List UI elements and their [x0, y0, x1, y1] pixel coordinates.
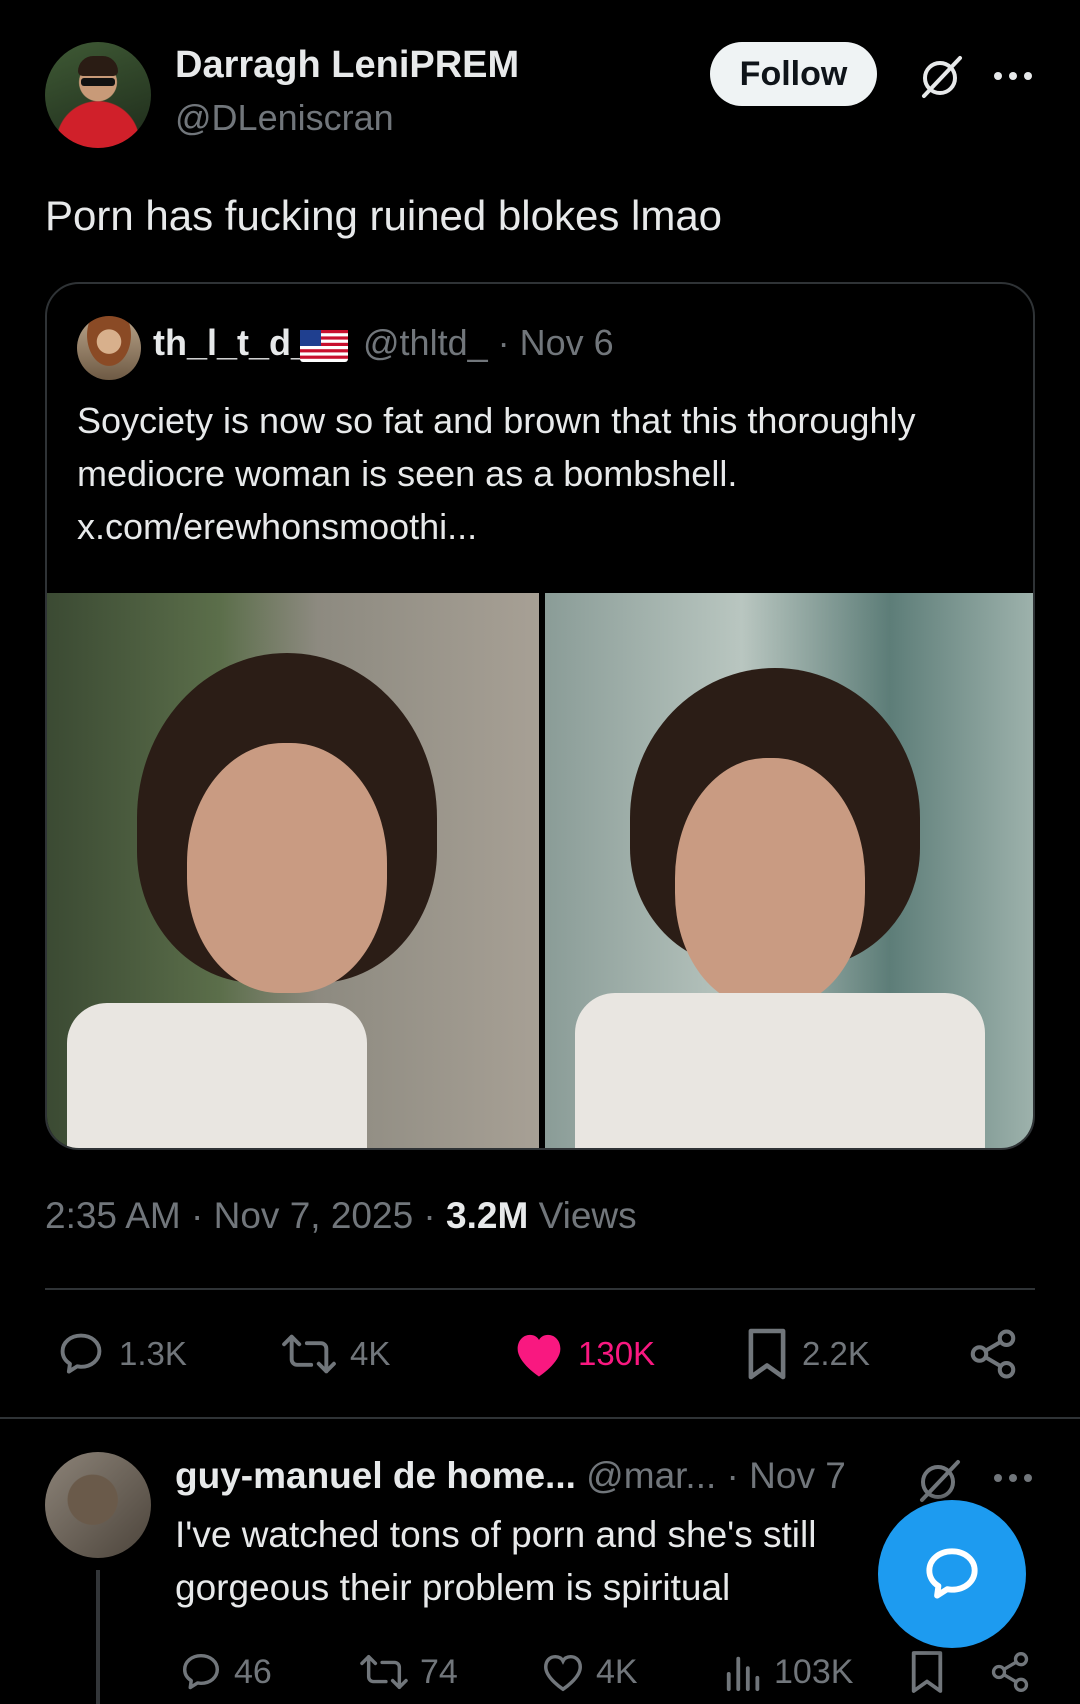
share-icon	[970, 1329, 1016, 1379]
action-bar: 1.3K 4K 130K 2.2K	[0, 1316, 1080, 1392]
bookmark-icon	[748, 1328, 786, 1380]
views-label: Views	[528, 1195, 637, 1236]
reply-views-count: 103K	[774, 1652, 854, 1691]
quoted-handle-date: @thltd_ · Nov 6	[363, 322, 614, 363]
views-count: 3.2M	[446, 1195, 529, 1236]
tweet-meta: 2:35 AM · Nov 7, 2025 · 3.2M Views	[45, 1195, 637, 1237]
author-name[interactable]: Darragh LeniPREM	[175, 44, 519, 87]
repost-button[interactable]: 4K	[280, 1316, 390, 1392]
reply-like-count: 4K	[596, 1652, 638, 1691]
reply-repost-count: 74	[420, 1652, 458, 1691]
reply-repost-button[interactable]: 74	[358, 1640, 458, 1704]
reply-views-button[interactable]: 103K	[724, 1640, 853, 1704]
reply-icon	[60, 1333, 102, 1374]
quoted-photo-right[interactable]	[545, 593, 1033, 1148]
quoted-tweet[interactable]: th_l_t_d_ @thltd_ · Nov 6 Soyciety is no…	[45, 282, 1035, 1150]
grok-icon[interactable]	[916, 1456, 964, 1504]
repost-icon	[282, 1334, 336, 1374]
more-icon[interactable]	[990, 56, 1036, 96]
compose-reply-button[interactable]	[878, 1500, 1026, 1648]
tweet-header: Darragh LeniPREM @DLeniscran Follow	[45, 42, 1035, 150]
reply-action-bar: 46 74 4K 103K	[0, 1640, 1080, 1704]
heart-icon	[517, 1334, 561, 1377]
bookmark-icon	[911, 1651, 943, 1693]
reply-handle-date: @mar... · Nov 7	[575, 1455, 846, 1496]
grok-icon[interactable]	[918, 52, 966, 100]
author-avatar[interactable]	[45, 42, 151, 148]
quoted-name[interactable]: th_l_t_d_	[153, 322, 311, 364]
like-count: 130K	[578, 1335, 656, 1372]
reply-author-name[interactable]: guy-manuel de home...	[175, 1455, 576, 1496]
views-icon	[726, 1656, 760, 1692]
reply-icon	[182, 1653, 220, 1690]
reply-button[interactable]: 1.3K	[55, 1316, 187, 1392]
flag-us-icon	[300, 330, 348, 362]
reply-avatar[interactable]	[45, 1452, 151, 1558]
divider	[0, 1417, 1080, 1419]
tweet-timestamp: 2:35 AM · Nov 7, 2025 ·	[45, 1195, 447, 1236]
tweet-text: Porn has fucking ruined blokes lmao	[45, 192, 723, 239]
repost-icon	[360, 1654, 408, 1690]
quoted-photo-left[interactable]	[47, 593, 539, 1148]
reply-header: guy-manuel de home... @mar... · Nov 7	[175, 1455, 846, 1497]
like-button[interactable]: 130K	[512, 1316, 655, 1392]
reply-share-button[interactable]	[988, 1640, 1032, 1704]
bookmark-count: 2.2K	[802, 1335, 870, 1372]
more-icon[interactable]	[990, 1458, 1036, 1498]
repost-count: 4K	[350, 1335, 391, 1372]
quoted-avatar[interactable]	[77, 316, 141, 380]
bookmark-button[interactable]: 2.2K	[744, 1316, 870, 1392]
reply-like-button[interactable]: 4K	[540, 1640, 638, 1704]
share-button[interactable]	[966, 1316, 1020, 1392]
reply-reply-count: 46	[234, 1652, 272, 1691]
reply-reply-button[interactable]: 46	[178, 1640, 272, 1704]
share-icon	[991, 1652, 1029, 1692]
reply-count: 1.3K	[119, 1335, 187, 1372]
author-handle[interactable]: @DLeniscran	[175, 97, 394, 139]
quoted-text: Soyciety is now so fat and brown that th…	[77, 400, 916, 547]
reply-text: I've watched tons of porn and she's stil…	[175, 1514, 817, 1608]
divider	[45, 1288, 1035, 1290]
reply-bookmark-button[interactable]	[908, 1640, 946, 1704]
quoted-media	[47, 593, 1033, 1148]
heart-icon	[544, 1654, 582, 1692]
follow-button[interactable]: Follow	[710, 42, 877, 106]
compose-reply-icon	[926, 1548, 978, 1599]
